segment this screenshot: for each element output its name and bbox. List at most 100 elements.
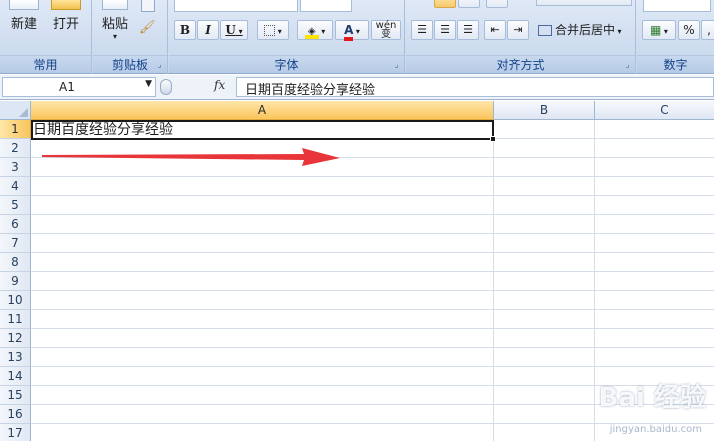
group-number-label: 数字 — [637, 55, 714, 73]
align-middle-button[interactable] — [434, 0, 456, 8]
row-gridline — [31, 347, 714, 348]
underline-button[interactable]: U ▾ — [220, 20, 248, 40]
phonetic-button[interactable]: wén 变 — [371, 20, 401, 40]
merge-center-icon — [538, 25, 552, 36]
align-left-button[interactable]: ☰ — [411, 20, 433, 40]
formula-bar: A1 ▼ fx 日期百度经验分享经验 — [0, 75, 714, 100]
annotation-arrow-shape — [42, 148, 340, 166]
row-header-17[interactable]: 17 — [0, 424, 31, 441]
format-painter-icon[interactable]: 🖌 — [139, 20, 157, 36]
open-button[interactable]: 打开 — [48, 0, 84, 32]
row-header-13[interactable]: 13 — [0, 348, 31, 367]
merge-center-label: 合并后居中 — [555, 23, 616, 37]
align-right-button[interactable]: ☰ — [457, 20, 479, 40]
row-gridline — [31, 271, 714, 272]
column-header-b[interactable]: B — [494, 101, 595, 120]
column-gridline — [493, 120, 494, 441]
align-right-icon: ☰ — [463, 23, 473, 36]
row-header-1[interactable]: 1 — [0, 120, 31, 139]
row-header-10[interactable]: 10 — [0, 291, 31, 310]
font-color-dropdown-icon: ▾ — [353, 27, 360, 36]
row-gridline — [31, 195, 714, 196]
percent-button[interactable]: % — [678, 20, 700, 40]
group-align-label: 对齐方式 — [406, 55, 635, 73]
paste-label: 粘贴 — [101, 17, 128, 32]
name-box-dropdown-icon[interactable]: ▼ — [145, 79, 152, 89]
new-label: 新建 — [10, 17, 37, 32]
font-color-icon: A — [344, 24, 354, 41]
row-header-16[interactable]: 16 — [0, 405, 31, 424]
annotation-arrow — [42, 148, 340, 166]
row-gridline — [31, 309, 714, 310]
new-file-icon — [9, 0, 39, 10]
watermark-logo: Bai 经验 — [598, 383, 706, 413]
currency-icon: ▦ — [650, 23, 662, 37]
merge-center-button[interactable]: 合并后居中 ▾ — [538, 20, 622, 40]
italic-button[interactable]: I — [197, 20, 219, 40]
group-common: 新建 打开 常用 — [0, 0, 92, 74]
paste-button[interactable]: 粘贴 ▾ — [99, 0, 131, 42]
increase-indent-button[interactable]: ⇥ — [507, 20, 529, 40]
row-header-9[interactable]: 9 — [0, 272, 31, 291]
row-header-12[interactable]: 12 — [0, 329, 31, 348]
select-all-button[interactable] — [0, 101, 31, 120]
bold-button[interactable]: B — [174, 20, 196, 40]
row-gridline — [31, 252, 714, 253]
increase-indent-icon: ⇥ — [513, 23, 523, 36]
align-center-button[interactable]: ☰ — [434, 20, 456, 40]
wrap-text-button[interactable] — [536, 0, 632, 6]
align-bottom-button[interactable] — [458, 0, 480, 8]
formula-bar-resize-handle[interactable] — [160, 79, 172, 95]
group-align: ☰ ☰ ☰ ⇤ ⇥ 合并后居中 ▾ 对齐方式 ⌟ — [406, 0, 636, 74]
ribbon: 新建 打开 常用 粘贴 ▾ 🖌 剪贴板 ⌟ B I U ▾ ▾ ◈ ▾ A ▾ … — [0, 0, 714, 74]
merge-dropdown-icon: ▾ — [615, 27, 622, 36]
border-button[interactable]: ▾ — [257, 20, 289, 40]
group-common-label: 常用 — [0, 55, 91, 73]
number-format-select[interactable] — [643, 0, 711, 12]
row-header-3[interactable]: 3 — [0, 158, 31, 177]
currency-button[interactable]: ▦ ▾ — [642, 20, 676, 40]
fill-handle[interactable] — [490, 136, 496, 142]
row-gridline — [31, 328, 714, 329]
name-box[interactable]: A1 ▼ — [2, 77, 156, 97]
currency-dropdown-icon: ▾ — [661, 27, 668, 36]
fill-bucket-icon: ◈ — [304, 27, 319, 39]
insert-function-icon[interactable]: fx — [214, 78, 225, 92]
row-header-5[interactable]: 5 — [0, 196, 31, 215]
align-center-icon: ☰ — [440, 23, 450, 36]
font-name-input[interactable] — [174, 0, 298, 12]
new-button[interactable]: 新建 — [6, 0, 42, 32]
row-header-14[interactable]: 14 — [0, 367, 31, 386]
underline-label: U — [225, 23, 236, 37]
active-cell-border — [31, 120, 494, 140]
row-header-4[interactable]: 4 — [0, 177, 31, 196]
fx-area: fx — [160, 77, 234, 97]
decrease-indent-icon: ⇤ — [490, 23, 500, 36]
decrease-indent-button[interactable]: ⇤ — [484, 20, 506, 40]
font-launcher-icon[interactable]: ⌟ — [392, 61, 401, 70]
name-box-value: A1 — [59, 80, 75, 94]
row-header-15[interactable]: 15 — [0, 386, 31, 405]
row-header-2[interactable]: 2 — [0, 139, 31, 158]
column-header-a[interactable]: A — [31, 101, 494, 120]
row-gridline — [31, 366, 714, 367]
fill-dropdown-icon: ▾ — [318, 27, 326, 36]
comma-button[interactable]: , — [701, 20, 714, 40]
font-color-button[interactable]: A ▾ — [335, 20, 369, 41]
fill-color-button[interactable]: ◈ ▾ — [297, 20, 333, 40]
group-font: B I U ▾ ▾ ◈ ▾ A ▾ wén 变 字体 ⌟ — [169, 0, 405, 74]
orientation-button[interactable] — [486, 0, 508, 8]
column-header-c[interactable]: C — [595, 101, 714, 120]
font-size-input[interactable] — [300, 0, 352, 12]
row-header-11[interactable]: 11 — [0, 310, 31, 329]
align-launcher-icon[interactable]: ⌟ — [623, 61, 632, 70]
row-header-8[interactable]: 8 — [0, 253, 31, 272]
underline-dropdown-icon: ▾ — [235, 26, 243, 36]
group-number: ▦ ▾ % , 数字 — [637, 0, 714, 74]
clipboard-launcher-icon[interactable]: ⌟ — [155, 61, 164, 70]
formula-input[interactable]: 日期百度经验分享经验 — [236, 77, 714, 98]
row-header-6[interactable]: 6 — [0, 215, 31, 234]
copy-icon[interactable] — [141, 0, 155, 12]
row-gridline — [31, 176, 714, 177]
row-header-7[interactable]: 7 — [0, 234, 31, 253]
